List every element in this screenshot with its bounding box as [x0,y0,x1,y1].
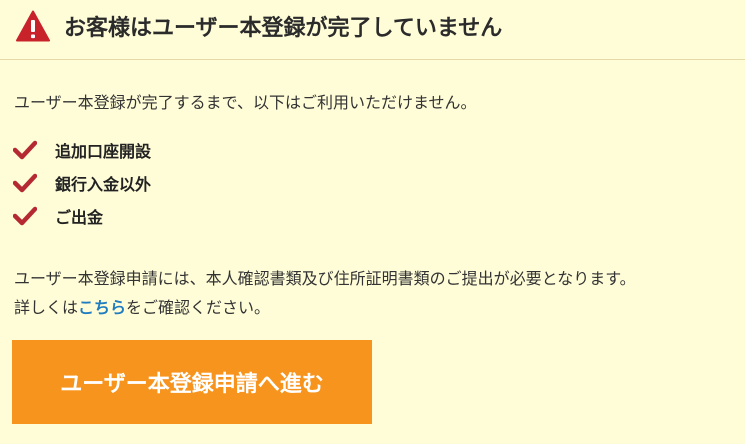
check-icon [13,140,37,160]
intro-text: ユーザー本登録が完了するまで、以下はご利用いただけません。 [14,93,477,112]
notice-title: お客様はユーザー本登録が完了していません [64,16,503,41]
warning-icon [16,10,50,42]
info-line-1: ユーザー本登録申請には、本人確認書類及び住所証明書類のご提出が必要となります。 [14,269,636,288]
info-text: ユーザー本登録申請には、本人確認書類及び住所証明書類のご提出が必要となります。 … [14,264,636,322]
list-item: 銀行入金以外 [13,166,151,199]
info-prefix: 詳しくは [14,298,79,317]
registration-notice: お客様はユーザー本登録が完了していません ユーザー本登録が完了するまで、以下はご… [0,0,745,444]
header-divider [0,59,745,60]
info-line-2: 詳しくはこちらをご確認ください。 [14,293,636,322]
restriction-label: 銀行入金以外 [55,174,152,194]
list-item: ご出金 [13,199,151,232]
info-suffix: をご確認ください。 [126,298,271,317]
notice-header: お客様はユーザー本登録が完了していません [16,6,502,46]
restriction-label: ご出金 [55,207,104,227]
check-icon [13,206,37,226]
proceed-registration-button[interactable]: ユーザー本登録申請へ進む [12,340,372,424]
restriction-label: 追加口座開設 [55,141,152,161]
check-icon [13,173,37,193]
restriction-list: 追加口座開設 銀行入金以外 ご出金 [13,133,151,232]
details-link[interactable]: こちら [78,298,126,317]
list-item: 追加口座開設 [13,133,151,166]
